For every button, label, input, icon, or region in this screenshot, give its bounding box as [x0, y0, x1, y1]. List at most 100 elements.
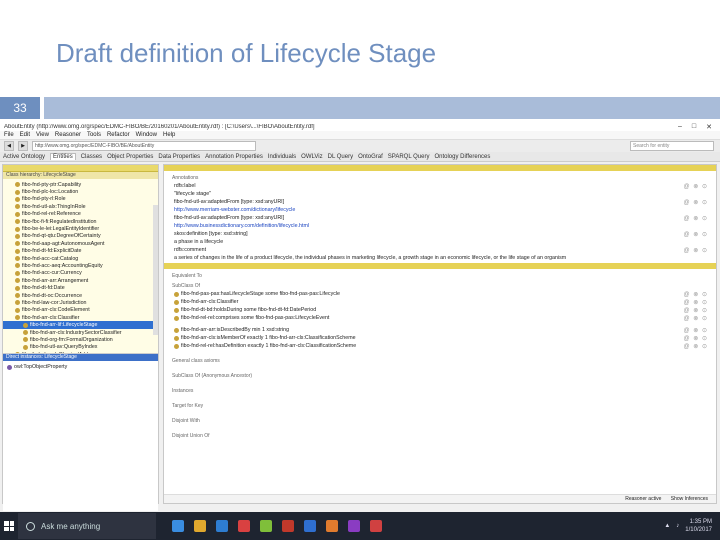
tab-ontograf[interactable]: OntoGraf: [358, 154, 383, 160]
reasoner-status: Reasoner active: [625, 496, 662, 502]
back-icon[interactable]: ◀: [4, 141, 14, 151]
annotation-row[interactable]: "lifecycle stage": [164, 189, 716, 197]
annotation-row[interactable]: rdfs:comment @ ⊗ ⊙: [164, 245, 716, 253]
axiom-row[interactable]: fibo-fnd-dt-bd:holdsDuring some fibo-fnd…: [164, 305, 716, 314]
tree-scrollbar[interactable]: [153, 205, 158, 335]
start-button[interactable]: [0, 512, 18, 540]
menu-window[interactable]: Window: [136, 132, 157, 138]
row-action-icons[interactable]: @ ⊗ ⊙: [684, 315, 708, 322]
axiom-row[interactable]: fibo-fnd-rel-rel:hasDefinition exactly 1…: [164, 341, 716, 350]
tree-item[interactable]: fibo-fnd-acc-aeq:AccountingEquity: [3, 262, 158, 269]
annotation-row[interactable]: a series of changes in the life of a pro…: [164, 253, 716, 261]
menu-reasoner[interactable]: Reasoner: [55, 132, 81, 138]
list-item[interactable]: owl:TopObjectProperty: [3, 361, 158, 370]
annotation-row[interactable]: skos:definition [type: xsd:string] @ ⊗ ⊙: [164, 229, 716, 237]
section-label: Instances: [172, 388, 194, 394]
tab-classes[interactable]: Classes: [81, 154, 102, 160]
tab-sparql-query[interactable]: SPARQL Query: [388, 154, 430, 160]
tree-item-label: fibo-fnd-arr-arr:Arrangement: [22, 277, 89, 284]
entity-search-input[interactable]: Search for entity: [630, 141, 714, 151]
annotation-row[interactable]: http://www.merriam-webster.com/dictionar…: [164, 205, 716, 213]
tree-item[interactable]: fibo-fnd-org-fm:FormalOrganization: [3, 336, 158, 343]
tab-data-properties[interactable]: Data Properties: [158, 154, 200, 160]
tree-item[interactable]: fibo-fnd-utl-alx:ThingInRole: [3, 203, 158, 210]
tab-individuals[interactable]: Individuals: [268, 154, 296, 160]
tree-item[interactable]: fibo-fnd-dt-oc:Occurrence: [3, 292, 158, 299]
menu-refactor[interactable]: Refactor: [107, 132, 130, 138]
tab-dl-query[interactable]: DL Query: [328, 154, 353, 160]
tree-item[interactable]: fibo-fnd-arr-cls:Classifier: [3, 314, 158, 321]
volume-icon[interactable]: ♪: [676, 523, 679, 529]
tree-item[interactable]: fibo-fnd-acc-cat:Catalog: [3, 255, 158, 262]
tree-item[interactable]: fibo-fnd-acc-cur:Currency: [3, 270, 158, 277]
forward-icon[interactable]: ▶: [18, 141, 28, 151]
tab-ontology-differences[interactable]: Ontology Differences: [434, 154, 490, 160]
ontology-address-input[interactable]: http://www.omg.org/spec/EDMC-FIBO/BE/Abo…: [32, 141, 256, 151]
app-icon[interactable]: [194, 520, 206, 532]
class-icon: [15, 285, 20, 291]
tree-item[interactable]: fibo-fnd-arr-lif:LifecycleStage: [3, 321, 158, 329]
tree-item-label: fibo-fbc-fi-fi:RegulatedInstitution: [22, 218, 97, 225]
tree-item[interactable]: fibo-be-le-lei:LegalEntityIdentifier: [3, 225, 158, 232]
tab-entities[interactable]: Entities: [50, 153, 76, 160]
tree-item[interactable]: fibo-fnd-arr-cls:CodeElement: [3, 307, 158, 314]
annotation-row[interactable]: rdfs:label @ ⊗ ⊙: [164, 181, 716, 189]
tree-item[interactable]: fibo-fnd-utl-av:QueryByIndex: [3, 344, 158, 351]
class-icon: [15, 226, 20, 232]
menu-view[interactable]: View: [36, 132, 49, 138]
tree-item[interactable]: fibo-fnd-dt-fd:ExplicitDate: [3, 248, 158, 255]
tree-item-label: fibo-fnd-pty-rl:Role: [22, 196, 66, 203]
tree-item[interactable]: fibo-fbc-fi-fi:RegulatedInstitution: [3, 218, 158, 225]
axiom-row[interactable]: fibo-fnd-arr-arr:isDescribedBy min 1 xsd…: [164, 325, 716, 334]
app-icon[interactable]: [326, 520, 338, 532]
class-icon: [15, 233, 20, 239]
tab-active-ontology[interactable]: Active Ontology: [3, 154, 45, 160]
show-inferences-toggle[interactable]: Show Inferences: [671, 496, 708, 502]
app-icon[interactable]: [238, 520, 250, 532]
annotation-row[interactable]: fibo-fnd-utl-av:adaptedFrom [type: xsd:a…: [164, 197, 716, 205]
axiom-row[interactable]: fibo-fnd-arr-cls:Classifier @ ⊗ ⊙: [164, 297, 716, 306]
close-icon[interactable]: ✕: [706, 123, 712, 131]
tree-item[interactable]: fibo-fnd-aap-agt:AutonomousAgent: [3, 240, 158, 247]
tree-item[interactable]: fibo-fnd-qt-qtu:DegreeOfCertainty: [3, 233, 158, 240]
app-icon[interactable]: [304, 520, 316, 532]
tree-item[interactable]: fibo-fnd-dt-fd:Date: [3, 284, 158, 291]
tree-item[interactable]: fibo-fnd-arr-arr:Arrangement: [3, 277, 158, 284]
annotation-row[interactable]: http://www.businessdictionary.com/defini…: [164, 221, 716, 229]
network-icon[interactable]: ▲: [664, 523, 670, 529]
taskbar-search[interactable]: Ask me anything: [18, 513, 156, 539]
class-icon: [174, 315, 179, 321]
menu-tools[interactable]: Tools: [87, 132, 101, 138]
tree-item[interactable]: fibo-fnd-law-cor:Jurisdiction: [3, 299, 158, 306]
app-icon[interactable]: [260, 520, 272, 532]
clock[interactable]: 1:35 PM 1/10/2017: [685, 518, 712, 534]
minimize-icon[interactable]: –: [678, 123, 682, 131]
app-icon[interactable]: [216, 520, 228, 532]
menu-file[interactable]: File: [4, 132, 14, 138]
tree-item[interactable]: fibo-fnd-pty-ptr:Capability: [3, 181, 158, 188]
menu-edit[interactable]: Edit: [20, 132, 30, 138]
row-action-icons[interactable]: @ ⊗ ⊙: [684, 343, 708, 350]
maximize-icon[interactable]: □: [692, 123, 696, 131]
menu-help[interactable]: Help: [163, 132, 175, 138]
tree-item[interactable]: fibo-fnd-rel-rel:Reference: [3, 211, 158, 218]
app-icon[interactable]: [348, 520, 360, 532]
section-label: Disjoint With: [172, 418, 200, 424]
app-icon[interactable]: [282, 520, 294, 532]
section-label: Target for Key: [172, 403, 204, 409]
annotation-row[interactable]: fibo-fnd-utl-av:adaptedFrom [type: xsd:a…: [164, 213, 716, 221]
tab-object-properties[interactable]: Object Properties: [107, 154, 153, 160]
tab-annotation-properties[interactable]: Annotation Properties: [205, 154, 263, 160]
class-icon: [23, 322, 28, 328]
tree-item[interactable]: fibo-fnd-arr-cls:IndustrySectorClassifie…: [3, 329, 158, 336]
class-icon: [15, 219, 20, 225]
axiom-row[interactable]: fibo-fnd-arr-cls:isMemberOf exactly 1 fi…: [164, 333, 716, 342]
axiom-row[interactable]: fibo-fnd-pas-pas:hasLifecycleStage some …: [164, 289, 716, 298]
tree-item[interactable]: fibo-fnd-pty-rl:Role: [3, 196, 158, 203]
app-icon[interactable]: [370, 520, 382, 532]
annotation-row[interactable]: a phase in a lifecycle: [164, 237, 716, 245]
axiom-row[interactable]: fibo-fnd-rel-rel:comprises some fibo-fnd…: [164, 313, 716, 322]
tab-owlviz[interactable]: OWLViz: [301, 154, 322, 160]
app-icon[interactable]: [172, 520, 184, 532]
tree-item[interactable]: fibo-fnd-plc-loc:Location: [3, 188, 158, 195]
